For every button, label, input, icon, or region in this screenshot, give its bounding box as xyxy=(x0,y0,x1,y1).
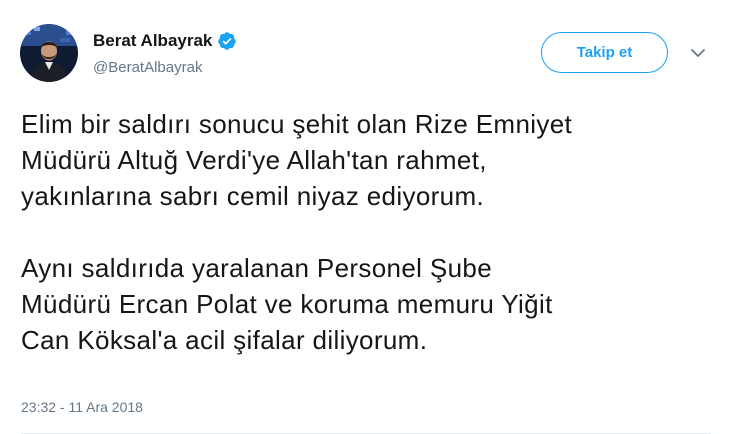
more-menu-button[interactable] xyxy=(689,44,707,62)
tweet-text: Elim bir saldırı sonucu şehit olan Rize … xyxy=(21,106,721,358)
display-name[interactable]: Berat Albayrak xyxy=(93,30,212,52)
display-name-row: Berat Albayrak xyxy=(93,30,237,52)
avatar[interactable] xyxy=(20,24,78,82)
verified-badge-icon xyxy=(217,31,237,51)
tweet-timestamp[interactable]: 23:32 - 11 Ara 2018 xyxy=(21,398,143,416)
follow-button[interactable]: Takip et xyxy=(541,32,668,73)
tweet-paragraph: Elim bir saldırı sonucu şehit olan Rize … xyxy=(21,109,573,211)
tweet-paragraph: Aynı saldırıda yaralanan Personel Şube M… xyxy=(21,253,553,355)
username[interactable]: @BeratAlbayrak xyxy=(93,59,202,77)
chevron-down-icon xyxy=(691,49,705,57)
avatar-image xyxy=(20,24,78,82)
tweet-card: Berat Albayrak @BeratAlbayrak Takip et E… xyxy=(0,0,729,434)
